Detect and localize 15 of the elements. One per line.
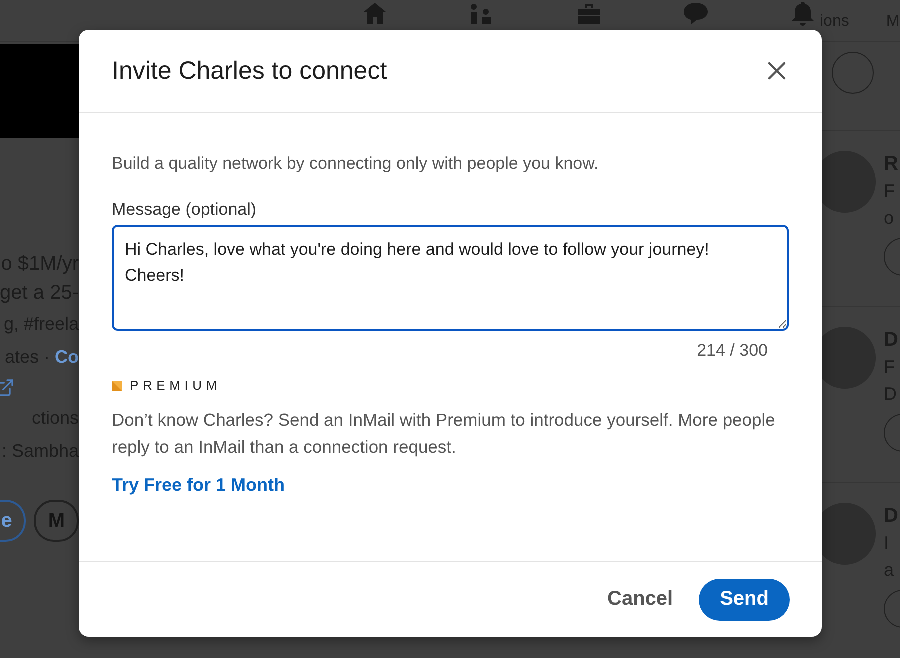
pill-button[interactable]: e <box>0 500 26 542</box>
dialog-title: Invite Charles to connect <box>112 56 388 86</box>
chat-bubble-icon[interactable] <box>682 0 710 28</box>
premium-label: PREMIUM <box>130 378 222 393</box>
intro-text: Build a quality network by connecting only with people you know. <box>112 153 600 175</box>
message-field[interactable]: Hi Charles, love what you're doing here and would love to follow your journey! Cheers! <box>112 225 789 331</box>
cancel-button[interactable]: Cancel <box>602 578 680 620</box>
premium-logo-icon <box>112 380 122 390</box>
circle-button[interactable] <box>832 52 874 94</box>
external-link-icon[interactable] <box>0 378 15 398</box>
character-counter: 214 / 300 <box>697 341 768 361</box>
field-label: Message (optional) <box>112 199 258 221</box>
premium-text: Don’t know Charles? Send an InMail with Premium to introduce yourself. More people reply to an InMail than a connection request. <box>112 409 776 459</box>
trial-link[interactable]: Try Free for 1 Month <box>112 475 286 496</box>
send-button[interactable]: Send <box>699 578 790 620</box>
